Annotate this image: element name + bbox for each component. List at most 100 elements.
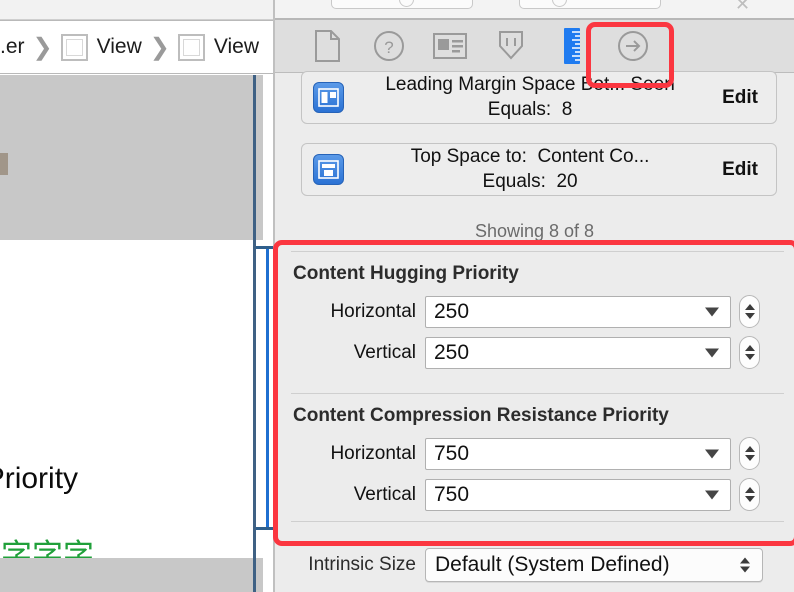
constraint-row[interactable]: Leading Margin Space Bot... Seen Equals:… <box>301 71 777 124</box>
canvas-text-label[interactable]: nce Priority <box>0 462 78 496</box>
breadcrumb-item-0[interactable]: .er <box>0 35 25 59</box>
content-compression-horizontal-row: Horizontal 750 <box>281 433 794 474</box>
identity-inspector-icon <box>432 33 467 59</box>
design-canvas[interactable]: nce Priority 字字字字… <box>0 75 263 592</box>
content-hugging-horizontal-combo[interactable]: 250 <box>425 295 731 328</box>
content-hugging-vertical-combo[interactable]: 250 <box>425 336 731 369</box>
constraint-top-icon <box>313 154 344 185</box>
connections-inspector-icon <box>497 29 525 63</box>
chevron-up-icon[interactable] <box>744 345 755 351</box>
combo-value: 250 <box>434 299 470 323</box>
constraint-title-value: Content Co... <box>537 146 650 168</box>
inspector-tab-quick-help[interactable]: ? <box>358 21 419 71</box>
divider <box>291 521 784 522</box>
chevron-down-icon <box>705 449 719 458</box>
constraint-title-label: Top Space to: <box>410 146 527 168</box>
content-compression-horizontal-stepper[interactable] <box>739 437 760 470</box>
content-hugging-vertical-row: Vertical 250 <box>281 332 794 373</box>
breadcrumb-item-label: View <box>213 35 260 58</box>
chevron-up-icon <box>740 557 750 564</box>
edit-button[interactable]: Edit <box>722 87 758 109</box>
close-icon[interactable]: ✕ <box>735 0 750 15</box>
content-hugging-horizontal-stepper[interactable] <box>739 295 760 328</box>
chevron-up-icon[interactable] <box>744 487 755 493</box>
constraints-showing-count: Showing 8 of 8 <box>474 221 595 241</box>
constraint-relation: Equals: 8 <box>488 99 573 120</box>
window-chrome-partial: ✕ <box>275 0 794 20</box>
size-inspector-ruler-icon <box>561 27 583 65</box>
chevron-down-icon <box>740 566 750 573</box>
editor-pane: .er ❯ View ❯ View nce Priority 字字字字… <box>0 0 280 592</box>
breadcrumb-item-1[interactable]: View <box>60 33 142 61</box>
constraint-relation: Equals: 20 <box>483 171 578 192</box>
content-compression-horizontal-combo[interactable]: 750 <box>425 437 731 470</box>
popup-value: Default (System Defined) <box>435 553 670 576</box>
field-label: Horizontal <box>330 300 416 322</box>
constraint-description: Top Space to: Content Co... Equals: 20 <box>344 145 716 194</box>
inspector-tab-bindings[interactable] <box>602 21 663 71</box>
inspector-tab-size[interactable] <box>541 21 602 71</box>
constraint-relation-value: 20 <box>556 170 578 192</box>
chevron-up-icon[interactable] <box>744 304 755 310</box>
chevron-down-icon[interactable] <box>744 354 755 360</box>
content-hugging-vertical-stepper[interactable] <box>739 336 760 369</box>
combo-value: 250 <box>434 340 470 364</box>
chevron-down-icon <box>705 490 719 499</box>
editor-top-strip <box>0 0 275 20</box>
chevron-down-icon[interactable] <box>744 455 755 461</box>
edit-button[interactable]: Edit <box>722 159 758 181</box>
selected-constraint-guide[interactable] <box>266 247 269 529</box>
file-inspector-icon <box>314 30 341 62</box>
intrinsic-size-popup-button[interactable]: Default (System Defined) <box>425 548 763 582</box>
intrinsic-size-label: Intrinsic Size <box>308 554 416 575</box>
canvas-marker-icon <box>0 153 8 175</box>
constraint-title: Top Space to: Content Co... <box>411 146 650 167</box>
inspector-tab-bar: ? <box>275 20 794 73</box>
content-compression-group: Content Compression Resistance Priority … <box>281 393 794 522</box>
content-hugging-title: Content Hugging Priority <box>293 263 519 284</box>
content-compression-title: Content Compression Resistance Priority <box>293 405 669 426</box>
breadcrumb-item-label: .er <box>0 35 25 58</box>
inspector-pane: ✕ ? Leading Margin Space Bot... Seen Equ… <box>275 0 794 592</box>
inspector-tab-identity[interactable] <box>419 21 480 71</box>
chrome-control-b[interactable] <box>519 0 661 9</box>
chevron-down-icon <box>705 307 719 316</box>
stepper-chevrons-icon <box>740 557 750 573</box>
field-label: Horizontal <box>330 442 416 464</box>
breadcrumb-item-label: View <box>96 35 142 58</box>
breadcrumb-separator: ❯ <box>149 33 170 61</box>
canvas-toolbar-region <box>0 75 263 240</box>
chevron-down-icon[interactable] <box>744 313 755 319</box>
constraint-row[interactable]: Top Space to: Content Co... Equals: 20 E… <box>301 143 777 196</box>
intrinsic-size-row: Intrinsic Size Default (System Defined) <box>281 545 794 585</box>
constraint-relation-label: Equals: <box>482 170 546 192</box>
size-inspector-content: Leading Margin Space Bot... Seen Equals:… <box>275 71 794 592</box>
content-hugging-group: Content Hugging Priority Horizontal 250 … <box>281 251 794 373</box>
field-label: Vertical <box>353 483 416 505</box>
combo-value: 750 <box>434 441 470 465</box>
chevron-down-icon <box>705 348 719 357</box>
canvas-edge-guide <box>253 75 256 592</box>
chevron-down-icon[interactable] <box>744 496 755 502</box>
svg-text:?: ? <box>384 38 393 57</box>
content-compression-vertical-row: Vertical 750 <box>281 474 794 515</box>
constraint-relation-label: Equals: <box>487 98 552 120</box>
breadcrumb[interactable]: .er ❯ View ❯ View <box>0 20 275 74</box>
inspector-tab-connections[interactable] <box>480 21 541 71</box>
chevron-up-icon[interactable] <box>744 446 755 452</box>
constraint-relation-value: 8 <box>561 98 573 120</box>
app-root: .er ❯ View ❯ View nce Priority 字字字字… <box>0 0 794 592</box>
bindings-inspector-icon <box>617 30 649 62</box>
constraint-leading-icon <box>313 82 344 113</box>
inspector-tab-file[interactable] <box>297 21 358 71</box>
combo-value: 750 <box>434 482 470 506</box>
constraint-title: Leading Margin Space Bot... Seen <box>385 74 675 96</box>
quick-help-inspector-icon: ? <box>373 30 405 62</box>
constraint-description: Leading Margin Space Bot... Seen Equals:… <box>344 73 716 122</box>
breadcrumb-item-2[interactable]: View <box>177 33 260 61</box>
view-square-icon <box>177 33 205 61</box>
content-compression-vertical-stepper[interactable] <box>739 478 760 511</box>
field-label: Vertical <box>353 341 416 363</box>
content-hugging-horizontal-row: Horizontal 250 <box>281 291 794 332</box>
content-compression-vertical-combo[interactable]: 750 <box>425 478 731 511</box>
